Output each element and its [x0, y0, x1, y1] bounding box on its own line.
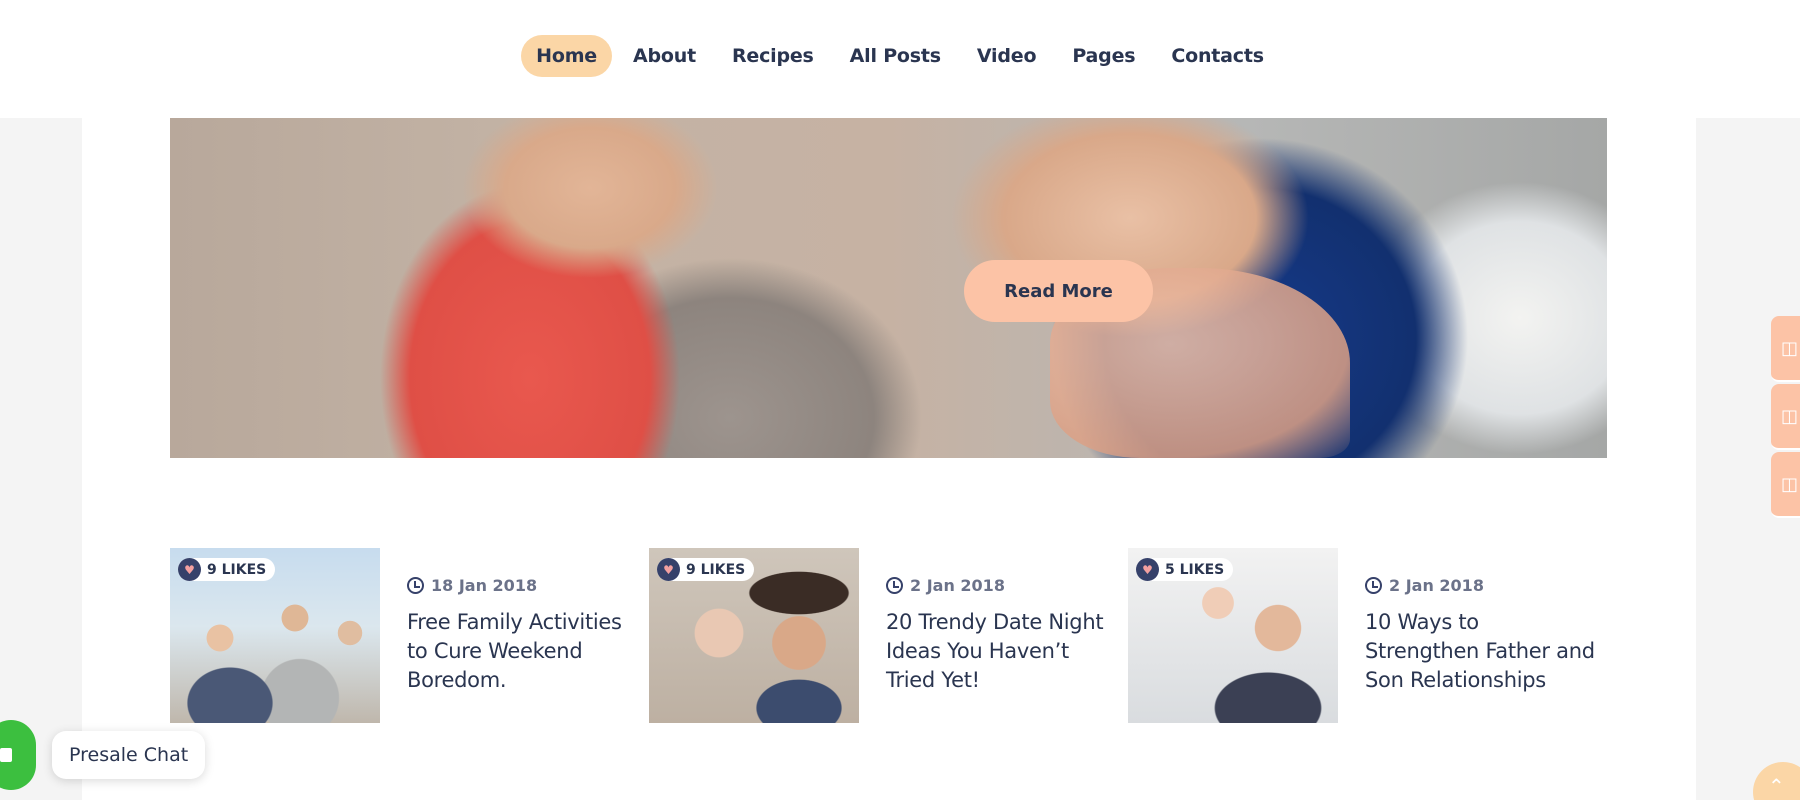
- post-card: ♥ 5 LIKES 2 Jan 2018 10 Ways to Strength…: [1128, 548, 1607, 723]
- likes-badge[interactable]: ♥ 5 LIKES: [1136, 558, 1234, 581]
- nav-home[interactable]: Home: [521, 35, 612, 77]
- heart-icon: ♥: [178, 558, 201, 581]
- chat-button[interactable]: [0, 720, 36, 790]
- likes-badge[interactable]: ♥ 9 LIKES: [178, 558, 276, 581]
- post-date-text: 2 Jan 2018: [1389, 576, 1484, 595]
- post-card: ♥ 9 LIKES 2 Jan 2018 20 Trendy Date Nigh…: [649, 548, 1128, 723]
- nav-pages[interactable]: Pages: [1057, 35, 1150, 77]
- clock-icon: [407, 577, 424, 594]
- post-date-text: 18 Jan 2018: [431, 576, 538, 595]
- heart-icon: ♥: [1136, 558, 1159, 581]
- hero-slider: Read More: [170, 118, 1607, 458]
- side-toolbar: ◫ ◫ ◫: [1771, 316, 1800, 520]
- post-date-text: 2 Jan 2018: [910, 576, 1005, 595]
- post-list: ♥ 9 LIKES 18 Jan 2018 Free Family Activi…: [170, 548, 1607, 723]
- cart-icon[interactable]: ◫: [1771, 316, 1800, 382]
- nav-contacts[interactable]: Contacts: [1156, 35, 1278, 77]
- arrow-up-icon: ⌃: [1768, 774, 1785, 798]
- post-date: 2 Jan 2018: [1365, 576, 1484, 595]
- read-more-button[interactable]: Read More: [964, 260, 1153, 322]
- site-header: Home About Recipes All Posts Video Pages…: [0, 0, 1800, 118]
- heart-icon: ♥: [657, 558, 680, 581]
- post-date: 18 Jan 2018: [407, 576, 537, 595]
- post-card: ♥ 9 LIKES 18 Jan 2018 Free Family Activi…: [170, 548, 649, 723]
- likes-count: 9 LIKES: [686, 561, 746, 578]
- post-title[interactable]: Free Family Activities to Cure Weekend B…: [407, 608, 637, 695]
- nav-about[interactable]: About: [618, 35, 711, 77]
- likes-count: 9 LIKES: [207, 561, 267, 578]
- main-nav: Home About Recipes All Posts Video Pages…: [0, 35, 1800, 77]
- nav-all-posts[interactable]: All Posts: [835, 35, 956, 77]
- post-title[interactable]: 20 Trendy Date Night Ideas You Haven’t T…: [886, 608, 1116, 695]
- scroll-to-top-button[interactable]: ⌃: [1753, 762, 1800, 800]
- book-icon[interactable]: ◫: [1771, 384, 1800, 450]
- nav-recipes[interactable]: Recipes: [717, 35, 829, 77]
- post-date: 2 Jan 2018: [886, 576, 1005, 595]
- likes-count: 5 LIKES: [1165, 561, 1225, 578]
- nav-video[interactable]: Video: [962, 35, 1051, 77]
- document-icon[interactable]: ◫: [1771, 452, 1800, 518]
- chat-icon: [0, 748, 12, 762]
- clock-icon: [886, 577, 903, 594]
- likes-badge[interactable]: ♥ 9 LIKES: [657, 558, 755, 581]
- presale-chat-label[interactable]: Presale Chat: [52, 731, 206, 779]
- clock-icon: [1365, 577, 1382, 594]
- post-title[interactable]: 10 Ways to Strengthen Father and Son Rel…: [1365, 608, 1595, 695]
